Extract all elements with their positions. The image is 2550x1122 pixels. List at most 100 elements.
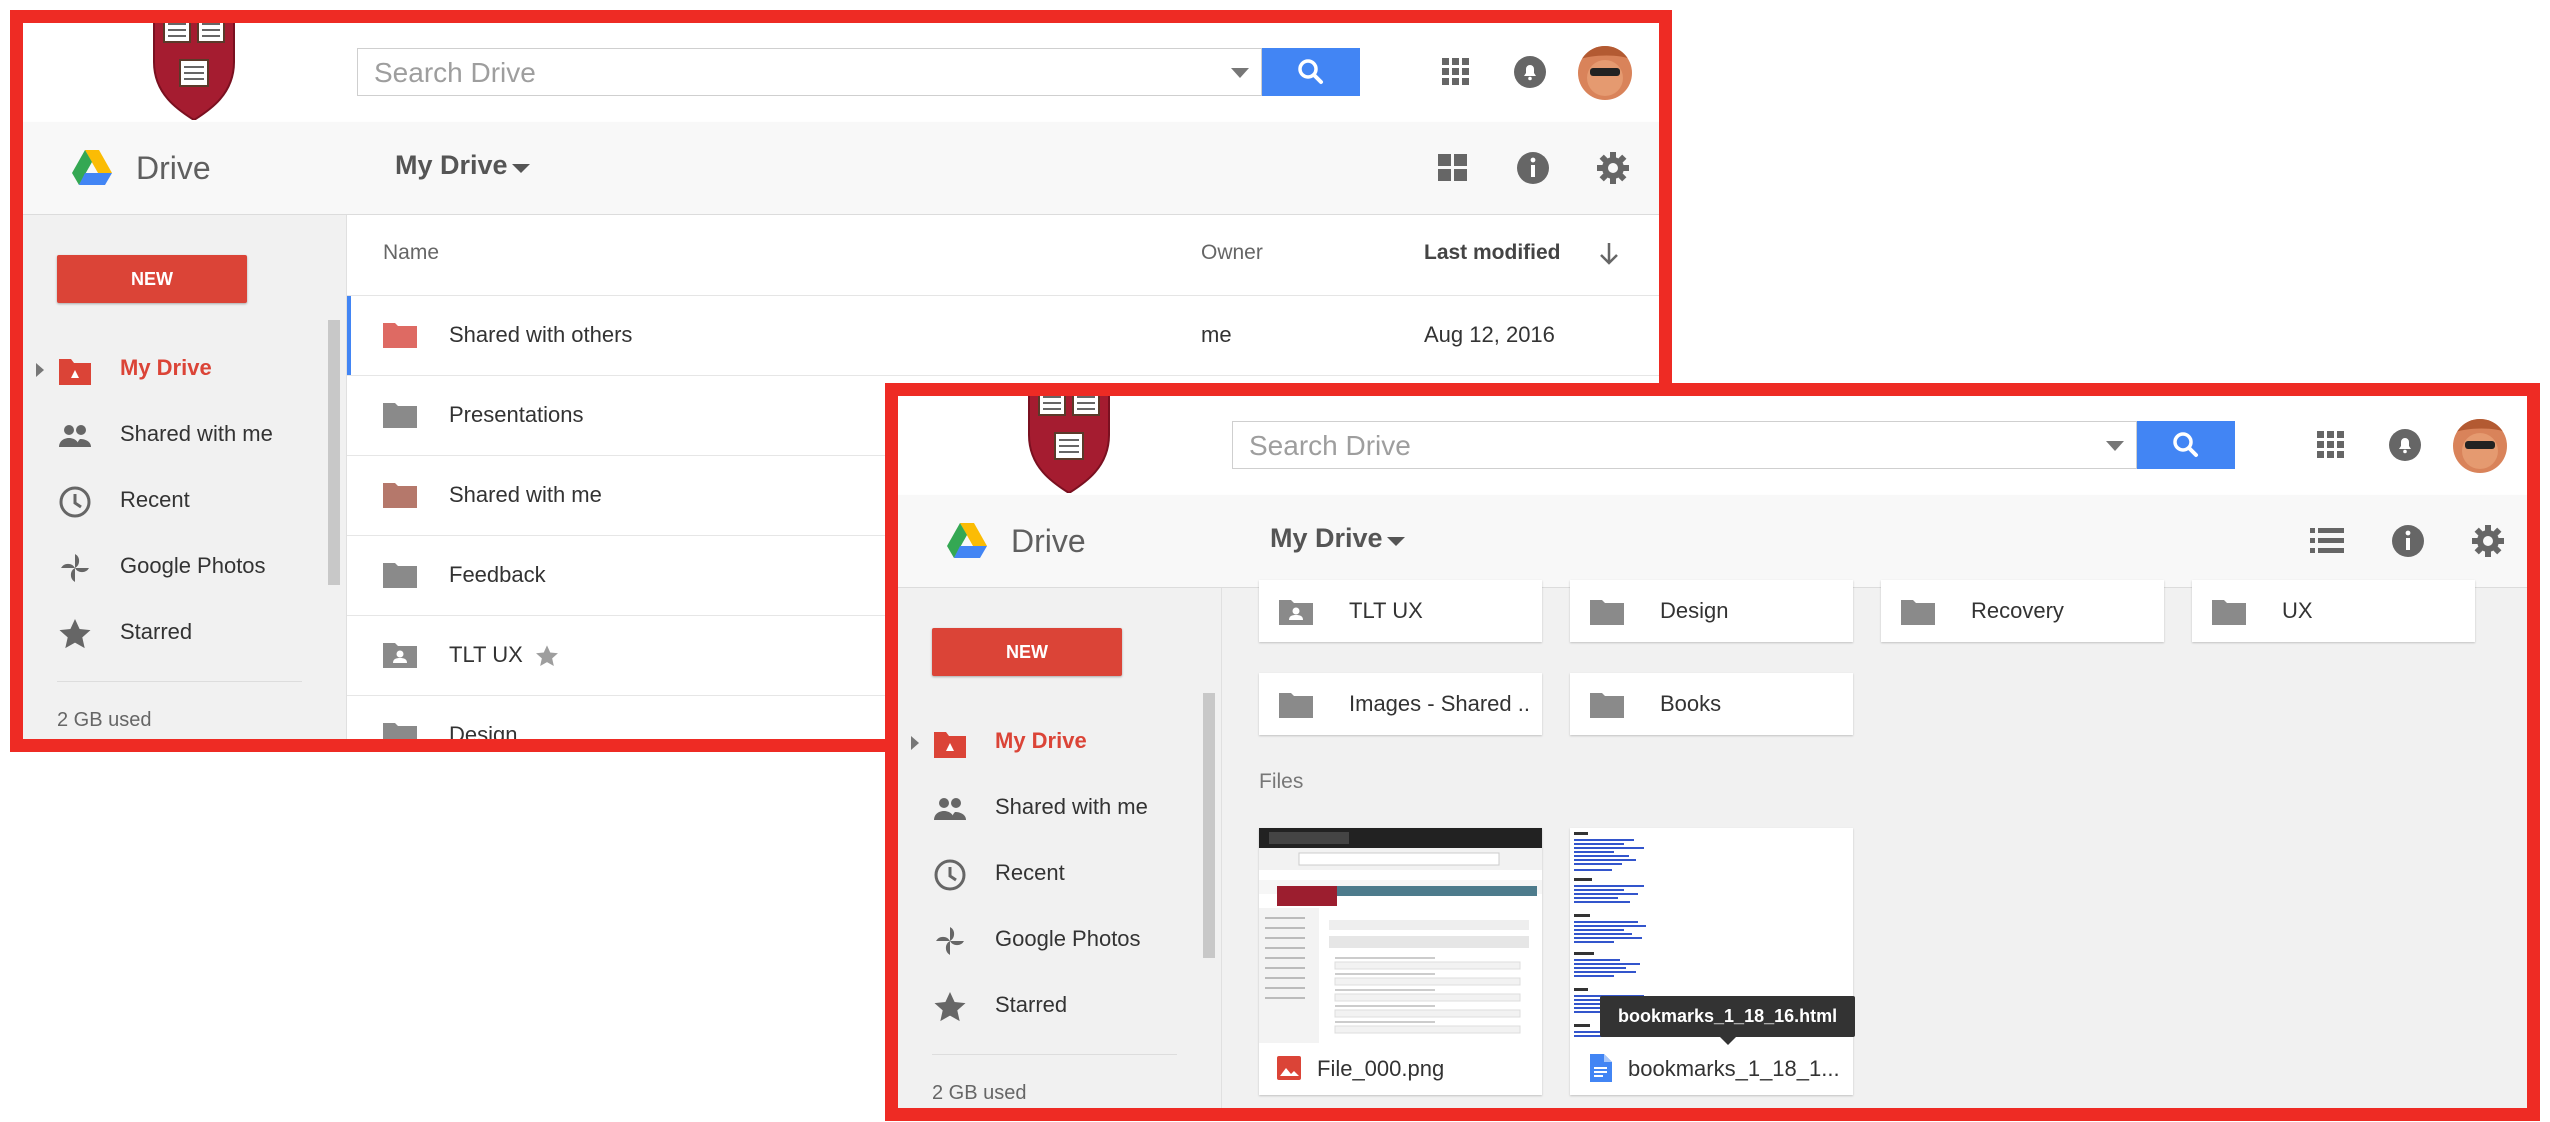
- sort-arrow-down-icon[interactable]: [1597, 241, 1621, 267]
- sidebar-item-label: Starred: [995, 992, 1068, 1017]
- apps-grid-icon[interactable]: [1441, 57, 1471, 87]
- search-options-caret-icon[interactable]: [2106, 441, 2124, 451]
- sidebar-item-google-photos[interactable]: Google Photos: [10, 537, 330, 597]
- sidebar-item-shared-with-me[interactable]: Shared with me: [10, 405, 330, 465]
- app-title: Drive: [136, 150, 211, 186]
- apps-grid-icon[interactable]: [2316, 430, 2346, 460]
- folder-tile[interactable]: Design: [1570, 580, 1853, 642]
- search-options-caret-icon[interactable]: [1231, 68, 1249, 78]
- image-file-icon: [1277, 1056, 1301, 1080]
- shared-folder-icon: [383, 643, 417, 668]
- folder-name: TLT UX: [1349, 598, 1423, 623]
- sidebar-item-my-drive[interactable]: My Drive: [10, 339, 330, 399]
- location-caret-icon[interactable]: [512, 164, 530, 173]
- sidebar-scrollbar[interactable]: [1203, 693, 1215, 958]
- settings-gear-icon[interactable]: [1596, 151, 1630, 185]
- search-input[interactable]: [372, 55, 1176, 91]
- drive-nav-bar: Drive My Drive: [885, 495, 2540, 588]
- file-card[interactable]: File_000.png: [1259, 828, 1542, 1095]
- folder-name: Books: [1660, 691, 1722, 716]
- location-dropdown[interactable]: My Drive: [1270, 523, 1383, 554]
- notifications-icon[interactable]: [2388, 428, 2422, 462]
- location-caret-icon[interactable]: [1387, 537, 1405, 546]
- column-last-modified-header[interactable]: Last modified: [1424, 241, 1561, 265]
- pinwheel-icon: [61, 554, 89, 582]
- folder-icon: [383, 323, 417, 348]
- folder-icon: [383, 483, 417, 508]
- app-title: Drive: [1011, 523, 1086, 559]
- sidebar-item-starred[interactable]: Starred: [10, 603, 330, 663]
- files-section-label: Files: [1259, 770, 1304, 793]
- top-bar: [885, 383, 2540, 496]
- account-avatar[interactable]: [1578, 46, 1632, 100]
- info-icon[interactable]: [2391, 524, 2425, 558]
- harvard-shield-logo[interactable]: [150, 10, 238, 120]
- pinwheel-icon: [936, 927, 964, 955]
- notifications-icon[interactable]: [1513, 55, 1547, 89]
- table-row[interactable]: Shared with others me Aug 12, 2016: [347, 296, 1672, 376]
- info-icon[interactable]: [1516, 151, 1550, 185]
- active-indicator: [10, 347, 16, 391]
- google-drive-logo-icon: [947, 523, 987, 558]
- row-name: TLT UX: [449, 642, 523, 667]
- sidebar-item-shared-with-me[interactable]: Shared with me: [885, 778, 1205, 838]
- column-header-row: Name Owner Last modified: [347, 215, 1672, 296]
- my-drive-icon: [59, 359, 91, 385]
- sidebar: NEW My Drive Shared with me Recent Googl…: [10, 215, 346, 752]
- sidebar: NEW My Drive Shared with me Recent Googl…: [885, 588, 1221, 1121]
- expand-arrow-icon[interactable]: [911, 736, 919, 750]
- folder-tile[interactable]: Books: [1570, 673, 1853, 735]
- row-owner: me: [1201, 322, 1232, 347]
- sidebar-item-label: Google Photos: [120, 553, 266, 578]
- starred-star-icon[interactable]: [535, 644, 559, 668]
- new-button[interactable]: NEW: [57, 255, 247, 303]
- expand-arrow-icon[interactable]: [36, 363, 44, 377]
- sidebar-item-recent[interactable]: Recent: [10, 471, 330, 531]
- row-name: Presentations: [449, 402, 584, 427]
- sidebar-item-recent[interactable]: Recent: [885, 844, 1205, 904]
- sidebar-item-label: My Drive: [120, 355, 212, 380]
- sidebar-item-label: Shared with me: [120, 421, 273, 446]
- file-name-tooltip: bookmarks_1_18_16.html: [1600, 996, 1856, 1045]
- folder-icon: [383, 403, 417, 428]
- folder-icon: [383, 723, 417, 748]
- account-avatar[interactable]: [2453, 419, 2507, 473]
- row-name: Shared with others: [449, 322, 633, 347]
- search-input[interactable]: [1247, 428, 2051, 464]
- column-name-header[interactable]: Name: [383, 241, 439, 265]
- search-box[interactable]: [1232, 421, 2137, 469]
- file-card[interactable]: bookmarks_1_18_1...: [1570, 828, 1853, 1095]
- star-icon: [59, 619, 91, 649]
- sidebar-scrollbar[interactable]: [328, 320, 340, 585]
- sidebar-item-starred[interactable]: Starred: [885, 976, 1205, 1036]
- grid-view-icon[interactable]: [1438, 154, 1468, 182]
- folder-name: Recovery: [1971, 598, 2064, 623]
- search-button[interactable]: [2137, 421, 2235, 469]
- my-drive-icon: [934, 732, 966, 758]
- row-name: Shared with me: [449, 482, 602, 507]
- location-dropdown[interactable]: My Drive: [395, 150, 508, 181]
- search-box[interactable]: [357, 48, 1262, 96]
- folder-tile[interactable]: Images - Shared ...: [1259, 673, 1542, 735]
- folder-icon: [1590, 600, 1624, 625]
- new-button[interactable]: NEW: [932, 628, 1122, 676]
- folder-tile[interactable]: TLT UX: [1259, 580, 1542, 642]
- list-view-icon[interactable]: [2310, 528, 2344, 554]
- folder-tile[interactable]: UX: [2192, 580, 2475, 642]
- settings-gear-icon[interactable]: [2471, 524, 2505, 558]
- column-owner-header[interactable]: Owner: [1201, 241, 1263, 265]
- doc-file-icon: [1590, 1054, 1612, 1082]
- divider: [932, 1054, 1177, 1055]
- sidebar-item-google-photos[interactable]: Google Photos: [885, 910, 1205, 970]
- folder-name: Design: [1660, 598, 1729, 623]
- folder-icon: [1590, 693, 1624, 718]
- sidebar-item-my-drive[interactable]: My Drive: [885, 712, 1205, 772]
- harvard-shield-logo[interactable]: [1025, 383, 1113, 493]
- row-modified: Aug 12, 2016: [1424, 322, 1555, 347]
- file-thumbnail: [1259, 828, 1542, 1043]
- search-button[interactable]: [1262, 48, 1360, 96]
- divider: [57, 681, 302, 682]
- folder-tile[interactable]: Recovery: [1881, 580, 2164, 642]
- sidebar-item-label: Shared with me: [995, 794, 1148, 819]
- sidebar-item-label: Recent: [120, 487, 190, 512]
